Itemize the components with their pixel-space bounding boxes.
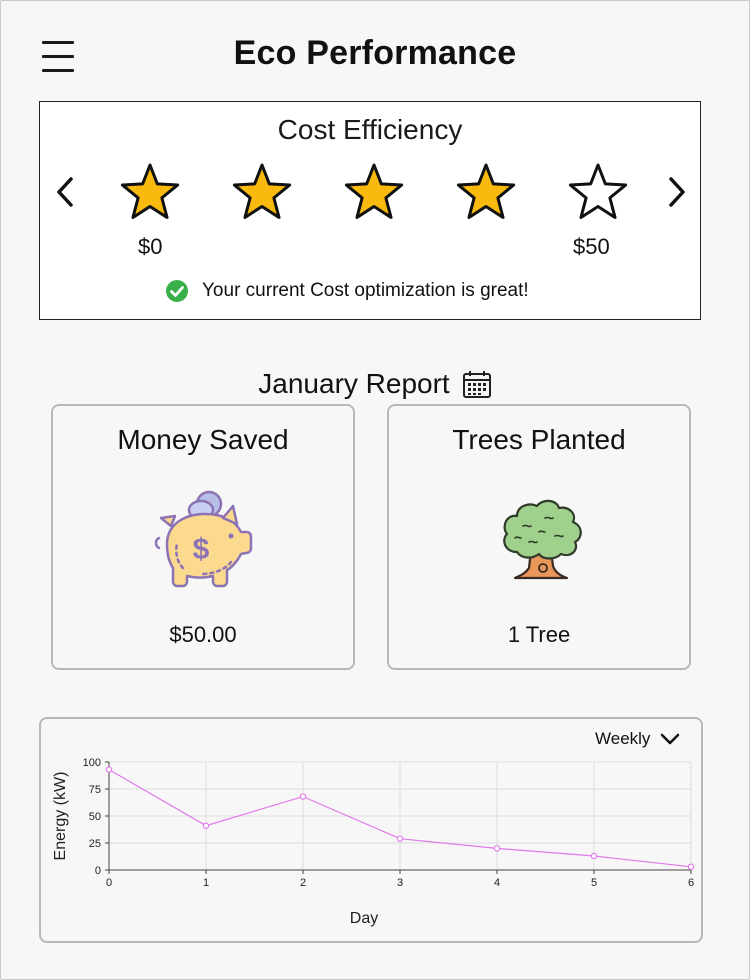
status-text: Your current Cost optimization is great! [202, 280, 529, 301]
x-tick-label: 2 [300, 877, 306, 889]
star-filled-icon[interactable] [454, 160, 518, 224]
y-tick-label: 25 [89, 838, 101, 850]
status-message: Your current Cost optimization is great! [166, 280, 529, 302]
chevron-left-icon[interactable] [52, 174, 78, 210]
x-tick-label: 0 [106, 877, 112, 889]
x-tick-label: 1 [203, 877, 209, 889]
star-empty-icon[interactable] [566, 160, 630, 224]
star-filled-icon[interactable] [118, 160, 182, 224]
y-tick-label: 0 [95, 865, 101, 877]
star-filled-icon[interactable] [342, 160, 406, 224]
report-heading: January Report [0, 368, 750, 400]
data-point [299, 793, 307, 800]
x-tick-label: 6 [688, 877, 694, 889]
cost-efficiency-title: Cost Efficiency [277, 114, 463, 145]
x-tick-label: 5 [591, 877, 597, 889]
y-axis-label: Energy (kW) [52, 772, 69, 861]
y-tick-label: 50 [89, 811, 101, 823]
star-filled-icon[interactable] [230, 160, 294, 224]
x-axis-label: Day [350, 910, 378, 927]
data-point [105, 766, 113, 773]
period-label: Weekly [595, 729, 651, 748]
money-saved-title: Money Saved [117, 424, 289, 455]
svg-text:$: $ [193, 533, 210, 566]
chevron-right-icon[interactable] [664, 174, 690, 210]
calendar-icon[interactable] [462, 369, 492, 399]
period-dropdown[interactable]: Weekly [595, 729, 680, 749]
y-tick-label: 75 [89, 784, 101, 796]
data-point [202, 822, 210, 829]
money-saved-value: $50.00 [169, 622, 237, 647]
trees-planted-card[interactable]: Trees Planted 1 Tree [387, 404, 691, 670]
data-point [396, 835, 404, 842]
energy-line-chart: 0 25 50 75 100 0 1 2 3 4 5 6 Day Energy (kW) [52, 757, 695, 927]
data-point [590, 852, 598, 860]
trees-planted-value: 1 Tree [507, 622, 571, 647]
trees-planted-title: Trees Planted [452, 424, 626, 455]
data-point [493, 845, 501, 852]
data-point [687, 863, 695, 870]
rating-max-label: $50 [573, 234, 610, 259]
cost-efficiency-card: Cost Efficiency $0 $50 Your current Cost… [39, 101, 701, 320]
check-circle-icon [166, 280, 188, 302]
report-title: January Report [258, 368, 450, 399]
page-title: Eco Performance [233, 34, 517, 72]
y-tick-label: 100 [83, 757, 101, 769]
piggy-bank-icon: $ [154, 490, 253, 588]
x-tick-label: 4 [494, 877, 500, 889]
chevron-down-icon [661, 733, 680, 745]
rating-min-label: $0 [138, 234, 163, 259]
energy-chart-card: 0 25 50 75 100 0 1 2 3 4 5 6 Day Energy (kW) Weekly [39, 717, 703, 943]
tree-icon [503, 499, 582, 580]
money-saved-card[interactable]: Money Saved $ $50.00 [51, 404, 355, 670]
x-tick-label: 3 [397, 877, 403, 889]
